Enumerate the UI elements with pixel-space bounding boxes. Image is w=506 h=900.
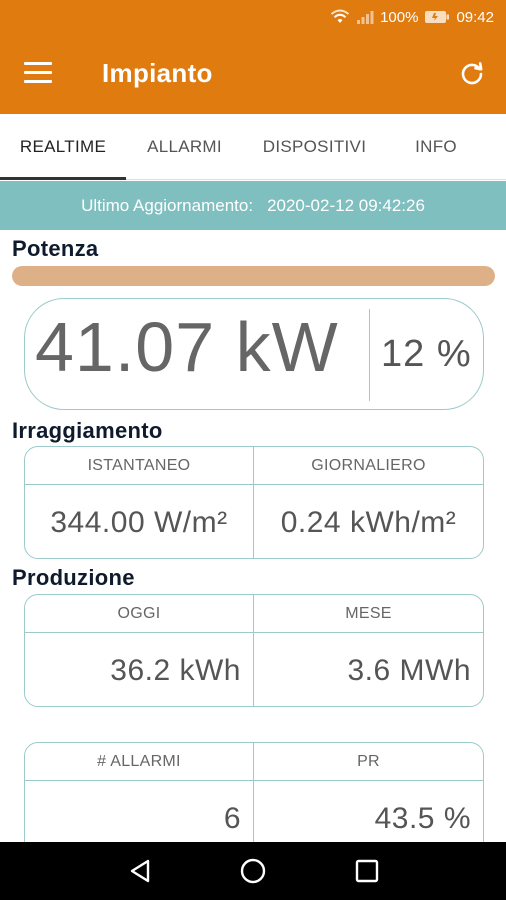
battery-percent: 100% [380, 8, 419, 26]
card-header: # ALLARMI [25, 743, 253, 781]
irraggiamento-card: ISTANTANEO 344.00 W/m² GIORNALIERO 0.24 … [24, 446, 484, 559]
refresh-icon[interactable] [458, 60, 486, 88]
system-nav-bar [0, 842, 506, 900]
status-bar: 100% 09:42 [0, 0, 506, 34]
irraggiamento-giornaliero: GIORNALIERO 0.24 kWh/m² [254, 447, 483, 558]
stats-allarmi: # ALLARMI 6 [25, 743, 254, 854]
back-triangle-icon[interactable] [126, 856, 156, 886]
tab-realtime[interactable]: REALTIME [0, 114, 126, 180]
card-header: MESE [254, 595, 483, 633]
section-title-irraggiamento: Irraggiamento [12, 418, 163, 443]
power-divider [369, 309, 370, 401]
battery-icon [424, 10, 450, 24]
power-progress-bar [12, 266, 495, 286]
card-header: ISTANTANEO [25, 447, 253, 485]
recents-square-icon[interactable] [352, 856, 382, 886]
card-header: GIORNALIERO [254, 447, 483, 485]
stats-pr: PR 43.5 % [254, 743, 483, 854]
tab-allarmi[interactable]: ALLARMI [126, 114, 243, 180]
tab-bar: REALTIME ALLARMI DISPOSITIVI INFO [0, 114, 506, 180]
tab-info[interactable]: INFO [386, 114, 486, 180]
card-value: 0.24 kWh/m² [280, 505, 457, 539]
home-circle-icon[interactable] [238, 856, 268, 886]
card-header: PR [254, 743, 483, 781]
produzione-oggi: OGGI 36.2 kWh [25, 595, 254, 706]
active-tab-indicator [0, 177, 126, 180]
signal-icon [356, 9, 374, 25]
last-update-banner: Ultimo Aggiornamento: 2020-02-12 09:42:2… [0, 181, 506, 230]
last-update-label: Ultimo Aggiornamento: [81, 195, 254, 215]
app-bar: Impianto [0, 34, 506, 114]
card-value: 344.00 W/m² [50, 505, 228, 539]
menu-icon[interactable] [24, 62, 54, 84]
clock: 09:42 [456, 8, 494, 26]
section-title-produzione: Produzione [12, 565, 135, 590]
stats-card: # ALLARMI 6 PR 43.5 % [24, 742, 484, 855]
produzione-card: OGGI 36.2 kWh MESE 3.6 MWh [24, 594, 484, 707]
power-value: 41.07 kW [35, 308, 339, 386]
irraggiamento-istantaneo: ISTANTANEO 344.00 W/m² [25, 447, 254, 558]
power-percent: 12 % [381, 333, 472, 375]
tab-dispositivi[interactable]: DISPOSITIVI [243, 114, 386, 180]
wifi-icon [330, 9, 350, 25]
card-value: 36.2 kWh [110, 653, 241, 687]
last-update-value: 2020-02-12 09:42:26 [267, 195, 425, 215]
produzione-mese: MESE 3.6 MWh [254, 595, 483, 706]
page-title: Impianto [102, 58, 213, 88]
card-value: 3.6 MWh [347, 653, 471, 687]
card-header: OGGI [25, 595, 253, 633]
section-title-potenza: Potenza [12, 236, 99, 261]
power-display: 41.07 kW 12 % [24, 298, 484, 410]
power-progress-fill [12, 266, 495, 286]
